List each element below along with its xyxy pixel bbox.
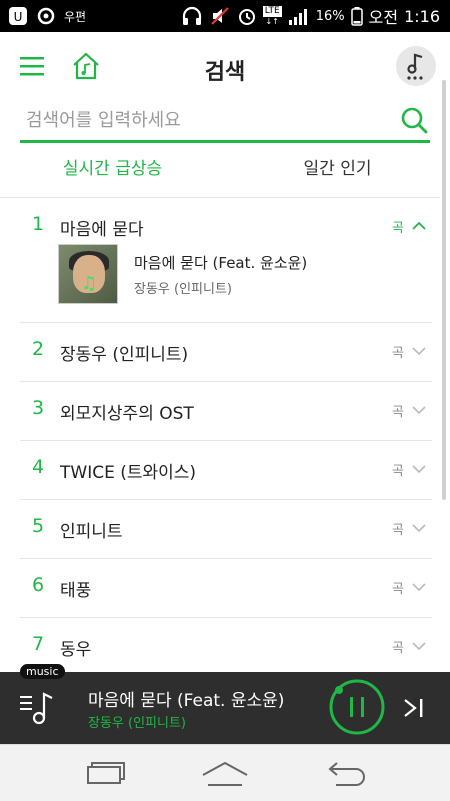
search-bar xyxy=(20,102,430,143)
system-nav-bar xyxy=(0,744,450,801)
type-label: 곡 xyxy=(392,523,404,538)
type-label: 곡 xyxy=(392,582,404,597)
list-item[interactable]: 2 장동우 (인피니트) 곡 xyxy=(20,323,432,382)
rank-number: 2 xyxy=(31,338,45,360)
rank-number: 4 xyxy=(31,456,45,478)
keyword-label: 마음에 묻다 xyxy=(60,220,144,240)
type-label: 곡 xyxy=(392,221,404,236)
pause-button[interactable] xyxy=(328,678,386,736)
now-playing-artist: 장동우 (인피니트) xyxy=(88,716,186,731)
album-art: ♫ xyxy=(58,244,118,304)
rank-number: 6 xyxy=(31,574,45,596)
headphones-icon xyxy=(181,6,203,26)
back-icon[interactable] xyxy=(320,757,370,791)
chevron-down-icon[interactable] xyxy=(412,461,426,475)
type-label: 곡 xyxy=(392,346,404,361)
keyword-label: 장동우 (인피니트) xyxy=(60,345,189,365)
rank-number: 1 xyxy=(31,213,45,235)
song-title: 마음에 묻다 (Feat. 윤소윤) xyxy=(134,254,308,272)
trending-list: 1 마음에 묻다 곡 ♫ 마음에 묻다 (Feat. 윤소윤) 장동우 (인피니… xyxy=(0,197,440,677)
rank-number: 3 xyxy=(31,397,45,419)
type-label: 곡 xyxy=(392,641,404,656)
home-nav-icon[interactable] xyxy=(200,757,250,791)
chevron-down-icon[interactable] xyxy=(412,402,426,416)
tab-realtime[interactable]: 실시간 급상승 xyxy=(0,145,225,195)
alarm-icon xyxy=(237,6,257,26)
music-badge: music xyxy=(20,664,65,679)
next-track-icon[interactable] xyxy=(400,694,428,722)
chevron-down-icon[interactable] xyxy=(412,343,426,357)
rank-number: 7 xyxy=(31,633,45,655)
clock-ampm: 오전 xyxy=(368,8,399,27)
lte-icon: LTE ↓↑ xyxy=(262,6,282,26)
list-item[interactable]: 5 인피니트 곡 xyxy=(20,500,432,559)
app-header: 검색 xyxy=(0,32,450,102)
mute-icon xyxy=(209,6,231,26)
sync-icon xyxy=(36,6,56,26)
list-item[interactable]: 6 태풍 곡 xyxy=(20,559,432,618)
tab-daily[interactable]: 일간 인기 xyxy=(225,145,450,195)
ranking-tabs: 실시간 급상승 일간 인기 xyxy=(0,145,450,195)
playlist-icon[interactable] xyxy=(18,688,62,728)
music-note-icon xyxy=(407,53,423,80)
carrier-label: 우편 xyxy=(64,9,87,24)
now-playing-title: 마음에 묻다 (Feat. 윤소윤) xyxy=(88,691,285,711)
page-title: 검색 xyxy=(204,60,246,85)
keyword-label: 인피니트 xyxy=(60,522,123,542)
search-input[interactable] xyxy=(20,109,386,133)
chevron-down-icon[interactable] xyxy=(412,638,426,652)
rank-number: 5 xyxy=(31,515,45,537)
status-bar: U 우편 LTE ↓↑ 16% 오전 1:16 xyxy=(0,0,450,32)
chevron-down-icon[interactable] xyxy=(412,520,426,534)
song-result[interactable]: ♫ 마음에 묻다 (Feat. 윤소윤) 장동우 (인피니트) xyxy=(58,244,428,306)
app-notification-icon: U xyxy=(8,6,28,26)
keyword-label: 태풍 xyxy=(60,581,92,601)
chevron-up-icon[interactable] xyxy=(412,218,426,232)
chevron-down-icon[interactable] xyxy=(412,579,426,593)
svg-text:U: U xyxy=(14,10,23,24)
now-playing-button[interactable] xyxy=(396,46,436,86)
list-item[interactable]: 4 TWICE (트와이스) 곡 xyxy=(20,441,432,500)
battery-percent: 16% xyxy=(315,8,345,24)
keyword-label: TWICE (트와이스) xyxy=(60,463,197,483)
pause-icon xyxy=(329,679,385,735)
search-icon[interactable] xyxy=(400,106,428,134)
list-item[interactable]: 3 외모지상주의 OST 곡 xyxy=(20,382,432,441)
recent-apps-icon[interactable] xyxy=(80,757,130,791)
list-item[interactable]: 7 동우 곡 xyxy=(20,618,432,677)
list-item[interactable]: 1 마음에 묻다 곡 ♫ 마음에 묻다 (Feat. 윤소윤) 장동우 (인피니… xyxy=(20,198,432,323)
type-label: 곡 xyxy=(392,405,404,420)
type-label: 곡 xyxy=(392,464,404,479)
signal-icon xyxy=(288,6,310,26)
song-artist: 장동우 (인피니트) xyxy=(134,282,232,297)
keyword-label: 동우 xyxy=(60,640,92,660)
battery-icon xyxy=(350,6,363,26)
clock-time: 1:16 xyxy=(404,6,440,26)
scrollbar[interactable] xyxy=(442,80,446,500)
mini-player[interactable]: music 마음에 묻다 (Feat. 윤소윤) 장동우 (인피니트) xyxy=(0,664,450,744)
keyword-label: 외모지상주의 OST xyxy=(60,404,194,424)
